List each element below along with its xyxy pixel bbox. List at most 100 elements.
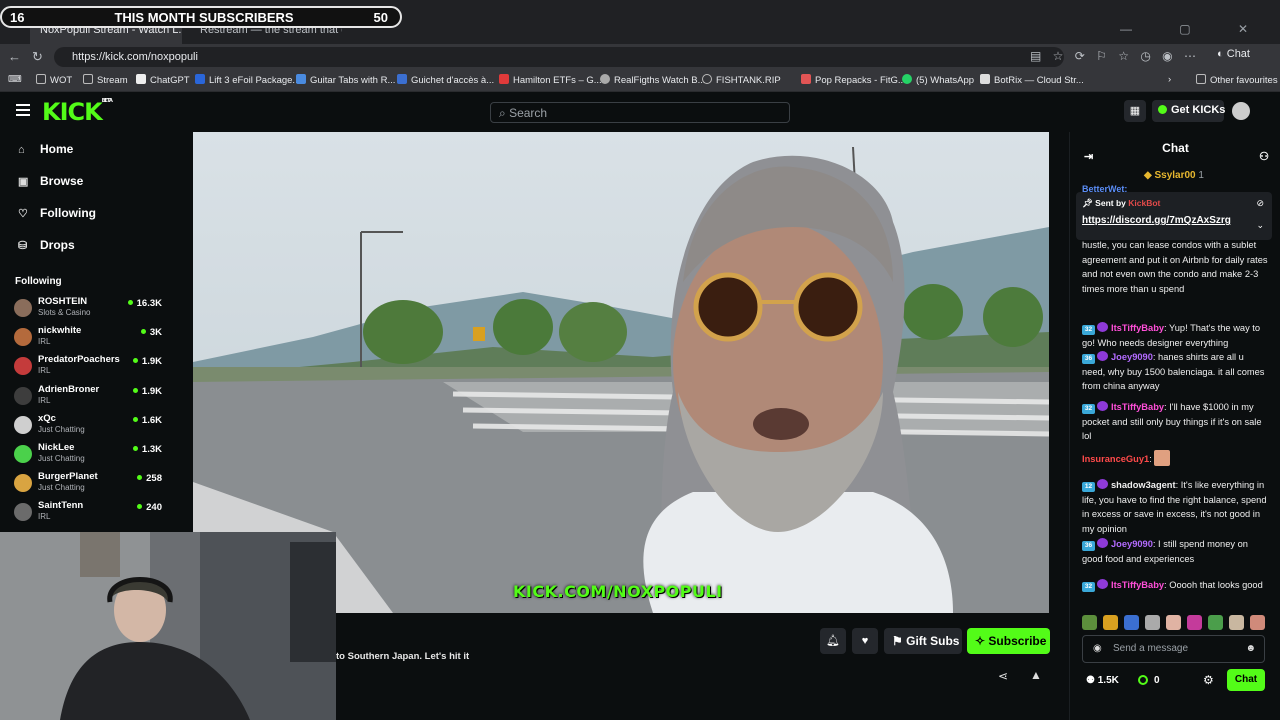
channel-avatar xyxy=(14,474,32,493)
bookmark-item[interactable]: RealFigths Watch B... xyxy=(600,74,706,86)
following-channel[interactable]: SaintTenn IRL 240 xyxy=(14,499,166,527)
pinned-message[interactable]: 📌︎ Sent by KickBot https://discord.gg/7m… xyxy=(1076,192,1272,240)
emote-icon[interactable] xyxy=(1103,615,1118,630)
browser-url-bar: ← ↻ https://kick.com/noxpopuli ▤ ☆ ⟳ ⚐ ☆… xyxy=(0,44,1280,70)
channel-viewers: 1.6K xyxy=(133,415,162,426)
bookmark-item[interactable]: Guichet d'accès à... xyxy=(397,74,494,86)
gift-icon: ⚑ xyxy=(892,634,903,648)
follow-button[interactable]: ♥ xyxy=(852,628,878,654)
following-channel[interactable]: xQc Just Chatting 1.6K xyxy=(14,412,166,440)
user-avatar[interactable] xyxy=(1232,102,1250,120)
nav-following[interactable]: ♡ Following xyxy=(18,206,96,220)
emote-bar[interactable] xyxy=(1082,613,1272,631)
notification-bell-button[interactable]: 🔔︎ xyxy=(820,628,846,654)
chat-username[interactable]: Joey9090 xyxy=(1111,539,1153,549)
bookmark-item[interactable]: Pop Repacks - FitG... xyxy=(801,74,906,86)
bookmark-icon[interactable]: ⌨ xyxy=(8,74,22,85)
gifter-badge-icon xyxy=(1097,401,1108,411)
drops-icon: ⛁ xyxy=(18,240,28,252)
chat-username[interactable]: ItsTiffyBaby xyxy=(1111,323,1164,333)
back-icon[interactable]: ← xyxy=(8,49,21,64)
window-controls[interactable]: — ▢ ✕ xyxy=(1120,22,1270,36)
layout-button[interactable]: ▦ xyxy=(1124,100,1146,122)
channel-category: IRL xyxy=(38,337,51,347)
chevron-right-icon[interactable]: › xyxy=(1168,74,1171,85)
emote-icon[interactable] xyxy=(1229,615,1244,630)
channel-category: Just Chatting xyxy=(38,483,85,493)
following-channel[interactable]: nickwhite IRL 3K xyxy=(14,324,166,352)
bookmark-item[interactable]: WOT xyxy=(36,74,72,86)
get-kicks-button[interactable]: Get KICKs xyxy=(1152,100,1225,122)
bookmarks-bar: ⌨ WOT Stream ChatGPT Lift 3 eFoil Packag… xyxy=(0,70,1280,92)
channel-name: SaintTenn xyxy=(38,500,84,512)
following-channel[interactable]: AdrienBroner IRL 1.9K xyxy=(14,383,166,411)
channel-name: AdrienBroner xyxy=(38,383,100,395)
bookmark-item[interactable]: Hamilton ETFs – G... xyxy=(499,74,602,86)
chat-message: 12 shadow3agent: It's like everything in … xyxy=(1082,479,1267,534)
bookmark-item[interactable]: ChatGPT xyxy=(136,74,190,86)
bookmark-item[interactable]: Guitar Tabs with R... xyxy=(296,74,395,86)
gift-subs-button[interactable]: ⚑ Gift Subs xyxy=(884,628,962,654)
viewer-count: ⚉ 1.5K xyxy=(1086,675,1119,686)
channel-category: Slots & Casino xyxy=(38,308,91,317)
nav-browse[interactable]: ▣ Browse xyxy=(18,174,83,188)
gifter-badge-icon xyxy=(1097,538,1108,548)
chat-username[interactable]: InsuranceGuy1 xyxy=(1082,454,1149,464)
bookmark-item[interactable]: Lift 3 eFoil Package... xyxy=(195,74,300,86)
bookmark-item[interactable]: FISHTANK.RIP xyxy=(702,74,781,86)
chat-username[interactable]: Joey9090 xyxy=(1111,352,1153,362)
bookmark-item[interactable]: Stream xyxy=(83,74,128,86)
collapse-chat-icon[interactable]: ⇥ xyxy=(1084,141,1093,173)
following-channel[interactable]: BurgerPlanet Just Chatting 258 xyxy=(14,470,166,498)
browser-toolbar-icons[interactable]: ▤ ☆ ⟳ ⚐ ☆ ◷ ◉ ⋯ xyxy=(1030,49,1196,63)
chat-message-input[interactable]: ◉ Send a message ☻ xyxy=(1082,635,1265,663)
channel-viewers: 1.9K xyxy=(133,356,162,367)
channel-name: nickwhite xyxy=(38,325,82,337)
chat-mode-icon[interactable]: ◉ xyxy=(1093,643,1102,654)
nav-drops[interactable]: ⛁ Drops xyxy=(18,238,75,252)
emote-icon[interactable] xyxy=(1124,615,1139,630)
bookmark-item[interactable]: BotRix — Cloud Str... xyxy=(980,74,1084,86)
emoji-icon[interactable]: ☻ xyxy=(1245,643,1256,654)
chat-message: 32 ItsTiffyBaby: Ooooh that looks good xyxy=(1082,578,1268,593)
emote-icon[interactable] xyxy=(1208,615,1223,630)
chat-title: Chat xyxy=(1162,141,1189,155)
bookmark-item[interactable]: (5) WhatsApp xyxy=(902,74,974,86)
overlay-goal-count: 50 xyxy=(373,9,388,25)
channel-name: xQc xyxy=(38,412,56,424)
emote-icon[interactable] xyxy=(1145,615,1160,630)
emote-icon[interactable] xyxy=(1250,615,1265,630)
menu-icon[interactable] xyxy=(16,104,30,116)
send-chat-button[interactable]: Chat xyxy=(1227,669,1265,691)
viewers-icon: ⚉ xyxy=(1086,675,1095,686)
chat-extension-button[interactable]: ◐ Chat xyxy=(1217,48,1250,60)
browse-icon: ▣ xyxy=(18,176,29,188)
share-icon[interactable]: ⋖ xyxy=(998,669,1008,683)
gifter-badge-icon xyxy=(1097,322,1108,332)
discord-link[interactable]: https://discord.gg/7mQzAxSzrg xyxy=(1082,215,1266,226)
kick-logo[interactable]: KICKBETA xyxy=(42,98,113,126)
chat-username[interactable]: ItsTiffyBaby xyxy=(1111,402,1164,412)
address-field[interactable]: https://kick.com/noxpopuli xyxy=(54,47,1064,67)
reload-icon[interactable]: ↻ xyxy=(32,49,43,65)
chat-username[interactable]: shadow3agent xyxy=(1111,480,1176,490)
emote-icon[interactable] xyxy=(1166,615,1181,630)
chat-username[interactable]: ItsTiffyBaby xyxy=(1111,580,1164,590)
bookmark-folder[interactable]: Other favourites xyxy=(1196,74,1278,86)
kicks-coin-icon xyxy=(1138,675,1148,685)
emote-icon[interactable] xyxy=(1187,615,1202,630)
report-icon[interactable]: ▲ xyxy=(1030,668,1042,682)
unpin-icon[interactable]: ⊘ xyxy=(1256,198,1264,209)
emote-icon[interactable] xyxy=(1082,615,1097,630)
following-channel[interactable]: NickLee Just Chatting 1.3K xyxy=(14,441,166,469)
following-channel[interactable]: PredatorPoachers IRL 1.9K xyxy=(14,353,166,381)
chevron-down-icon[interactable]: ⌄ xyxy=(1256,220,1264,231)
subscribe-button[interactable]: ✧ Subscribe xyxy=(967,628,1050,654)
chat-users-icon[interactable]: ⚇ xyxy=(1259,141,1269,173)
gear-icon[interactable]: ⚙ xyxy=(1203,673,1214,687)
search-input[interactable]: ⌕ Search xyxy=(490,102,790,123)
bell-icon: 🔔︎ xyxy=(826,635,840,647)
nav-home[interactable]: ⌂ Home xyxy=(18,142,73,156)
following-channel[interactable]: ROSHTEIN Slots & Casino 16.3K xyxy=(14,295,166,323)
star-icon: ✧ xyxy=(975,634,986,648)
